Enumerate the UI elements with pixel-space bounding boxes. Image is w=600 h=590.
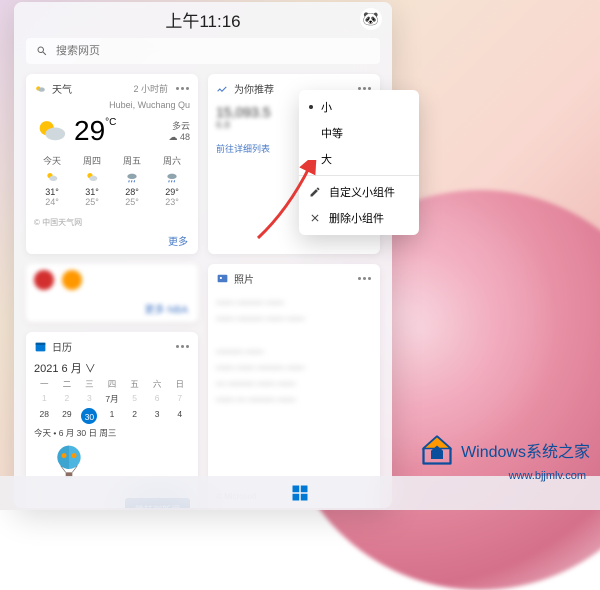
weather-widget[interactable]: 天气 2 小时前 Hubei, Wuchang Qu 29°C 多云 ☁ 48 xyxy=(26,74,198,254)
weather-condition: 多云 xyxy=(168,119,190,132)
photos-title: 照片 xyxy=(234,271,254,286)
chart-icon xyxy=(216,82,229,95)
widget-context-menu: 小 中等 大 自定义小组件 删除小组件 xyxy=(299,90,419,235)
search-input[interactable] xyxy=(56,45,370,57)
panel-header: 上午11:16 🐼 xyxy=(14,2,392,36)
house-icon xyxy=(419,432,455,468)
calendar-icon xyxy=(34,340,47,353)
weather-source: © 中国天气网 xyxy=(26,213,198,228)
calendar-event: 今天 • 6 月 30 日 周三 xyxy=(26,424,198,442)
weather-unit: °C xyxy=(105,117,116,147)
weather-icon xyxy=(34,82,47,95)
weather-forecast: 今天31°24° 周四31°25° 周五28°25° 周六29°23° xyxy=(34,154,190,207)
menu-remove[interactable]: 删除小组件 xyxy=(299,205,419,231)
menu-size-small[interactable]: 小 xyxy=(299,94,419,120)
menu-large-label: 大 xyxy=(321,151,332,167)
pencil-icon xyxy=(309,186,321,198)
start-button[interactable] xyxy=(289,482,311,504)
user-avatar[interactable]: 🐼 xyxy=(360,8,382,30)
watermark-logo: Windows系统之家 xyxy=(419,432,590,468)
team-logo xyxy=(34,270,54,290)
menu-size-medium[interactable]: 中等 xyxy=(299,120,419,146)
weather-aqi: ☁ 48 xyxy=(168,132,190,143)
weather-updated: 2 小时前 xyxy=(133,82,168,95)
calendar-month[interactable]: 2021 6 月 ∨ xyxy=(26,358,198,378)
watermark-text: Windows系统之家 xyxy=(461,438,590,462)
clock: 上午11:16 xyxy=(165,7,240,32)
menu-medium-label: 中等 xyxy=(321,125,343,141)
menu-divider xyxy=(299,175,419,176)
calendar-menu-button[interactable] xyxy=(174,340,190,354)
close-icon xyxy=(309,212,321,224)
watermark-url: www.bjjmlv.com xyxy=(509,470,586,482)
weather-more-link[interactable]: 更多 xyxy=(26,228,198,254)
calendar-grid: 一二三四五六日 1237月567 2829301234 xyxy=(26,378,198,424)
weather-menu-button[interactable] xyxy=(174,82,190,96)
weather-location: Hubei, Wuchang Qu xyxy=(34,100,190,110)
weather-temp: 29 xyxy=(74,115,105,147)
menu-small-label: 小 xyxy=(321,99,332,115)
sports-widget[interactable]: 更多 NBA xyxy=(26,264,198,322)
team-logo xyxy=(62,270,82,290)
photos-icon xyxy=(216,272,229,285)
search-bar[interactable] xyxy=(26,38,380,64)
menu-customize-label: 自定义小组件 xyxy=(329,184,395,200)
menu-size-large[interactable]: 大 xyxy=(299,146,419,172)
partly-cloudy-icon xyxy=(34,114,68,148)
bullet-icon xyxy=(309,105,313,109)
recommend-link[interactable]: 前往详细列表 xyxy=(216,144,270,154)
photos-widget[interactable]: 照片 —— ——— ———— ——— —— ————— ———— —— ——— … xyxy=(208,264,380,508)
photos-menu-button[interactable] xyxy=(356,272,372,286)
recommend-title: 为你推荐 xyxy=(234,81,274,96)
menu-remove-label: 删除小组件 xyxy=(329,210,384,226)
calendar-title: 日历 xyxy=(52,339,72,354)
weather-title: 天气 xyxy=(52,81,72,96)
widgets-panel: 上午11:16 🐼 天气 2 小时前 Hubei, Wuchang Qu 29°… xyxy=(14,2,392,508)
search-icon xyxy=(36,45,48,57)
menu-customize[interactable]: 自定义小组件 xyxy=(299,179,419,205)
sports-more-link[interactable]: 更多 NBA xyxy=(26,296,198,322)
